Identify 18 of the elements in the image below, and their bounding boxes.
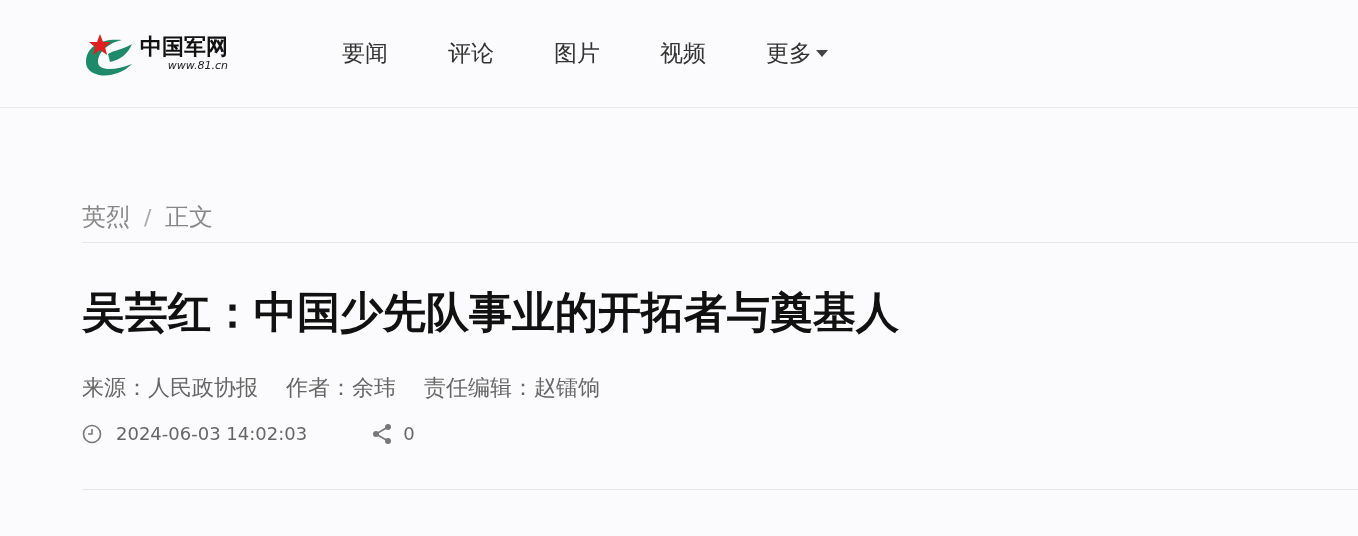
nav-link[interactable]: 评论: [448, 38, 494, 69]
publish-time: 2024-06-03 14:02:03: [116, 423, 308, 445]
caret-icon: [816, 50, 828, 57]
breadcrumb-link[interactable]: 英烈: [82, 201, 130, 233]
nav-link[interactable]: 图片: [554, 38, 600, 69]
share-icon[interactable]: [371, 422, 394, 445]
article-title: 吴芸红：中国少先队事业的开拓者与奠基人: [82, 287, 900, 339]
nav-link[interactable]: 视频: [660, 38, 706, 69]
logo-title: 中国军网: [140, 34, 228, 60]
breadcrumb-separator: /: [144, 204, 152, 230]
meta-text: 责任编辑：赵镭饷: [424, 373, 600, 402]
meta-text: 作者：余玮: [286, 373, 396, 402]
logo-url: www.81.cn: [167, 59, 228, 73]
nav-link[interactable]: 要闻: [342, 38, 388, 69]
clock-icon: [82, 423, 102, 444]
share-count: 0: [403, 423, 415, 445]
nav-link[interactable]: 更多: [766, 38, 828, 69]
meta-text: 来源：人民政协报: [82, 373, 258, 402]
